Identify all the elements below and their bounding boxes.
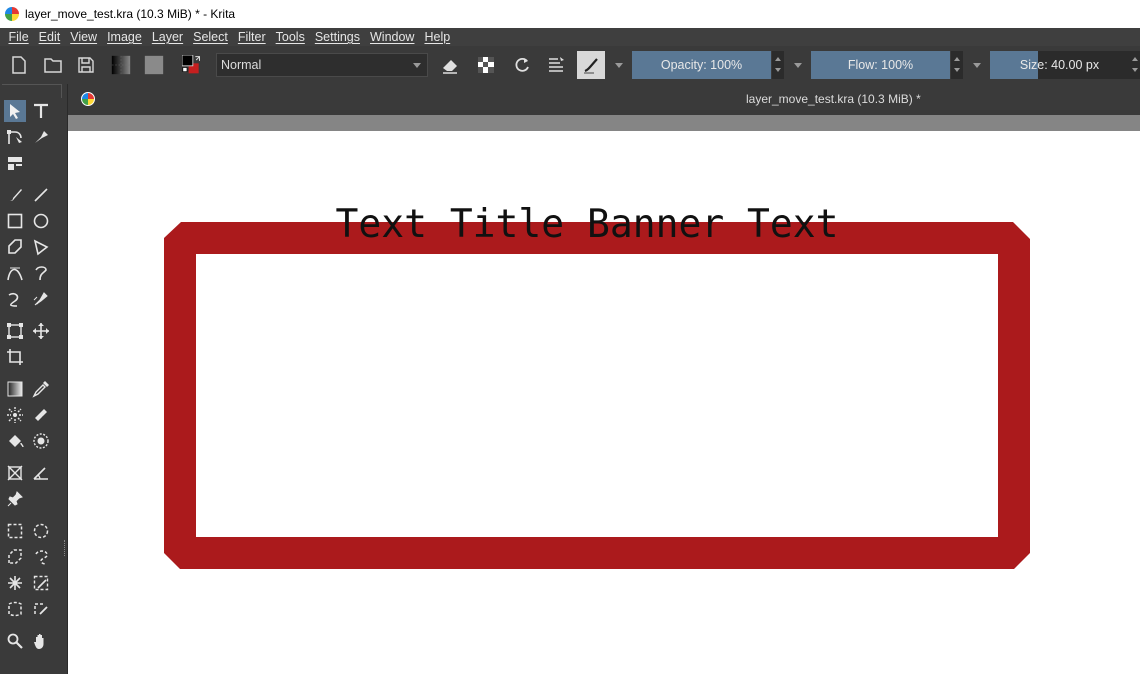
smart-patch-icon[interactable] <box>30 404 52 426</box>
size-spinner[interactable] <box>1129 51 1140 79</box>
blend-mode-value: Normal <box>221 58 262 72</box>
gradient-preset-icon[interactable] <box>109 53 133 77</box>
freehand-path-icon[interactable] <box>30 262 52 284</box>
banner-frame[interactable] <box>164 222 1030 569</box>
enclosed-fill-icon[interactable] <box>30 430 52 452</box>
multibrush-icon[interactable] <box>30 288 52 310</box>
blend-mode-select[interactable]: Normal <box>216 53 428 77</box>
polyline-icon[interactable] <box>30 236 52 258</box>
measure-icon[interactable] <box>30 462 52 484</box>
color-swatches-icon[interactable] <box>180 53 204 77</box>
ellipse-select-icon[interactable] <box>30 520 52 542</box>
magnetic-select-icon[interactable] <box>30 598 52 620</box>
pan-icon[interactable] <box>30 630 52 652</box>
rect-select-icon[interactable] <box>4 520 26 542</box>
banner-title-text[interactable]: Text Title Banner Text <box>336 202 839 247</box>
krita-logo-icon <box>81 92 95 106</box>
chevron-down-icon[interactable] <box>973 63 981 68</box>
dynamic-brush-icon[interactable] <box>4 288 26 310</box>
canvas-border <box>68 115 1140 131</box>
eraser-icon[interactable] <box>438 53 462 77</box>
pattern-icon[interactable] <box>4 152 26 174</box>
similar-select-icon[interactable] <box>30 572 52 594</box>
color-picker-icon[interactable] <box>30 378 52 400</box>
polygon-icon[interactable] <box>4 236 26 258</box>
menu-bar: File Edit View Image Layer Select Filter… <box>0 28 1140 46</box>
bezier-icon[interactable] <box>4 262 26 284</box>
polygon-select-icon[interactable] <box>4 546 26 568</box>
freehand-brush-icon[interactable] <box>4 184 26 206</box>
krita-logo-icon <box>5 7 19 21</box>
preserve-alpha-icon[interactable] <box>474 53 498 77</box>
window-titlebar: layer_move_test.kra (10.3 MiB) * - Krita <box>0 0 1140 28</box>
reference-image-icon[interactable] <box>4 488 26 510</box>
move-icon[interactable] <box>30 320 52 342</box>
bezier-select-icon[interactable] <box>4 598 26 620</box>
chevron-down-icon <box>413 63 421 68</box>
menu-image[interactable]: Image <box>103 30 147 44</box>
menu-settings[interactable]: Settings <box>310 30 364 44</box>
reload-preset-icon[interactable] <box>510 53 534 77</box>
edit-shapes-icon[interactable] <box>4 126 26 148</box>
opacity-spinner[interactable] <box>772 51 784 79</box>
line-icon[interactable] <box>30 184 52 206</box>
contiguous-select-icon[interactable] <box>4 572 26 594</box>
toolbox-panel <box>0 84 68 674</box>
save-icon[interactable] <box>74 53 98 77</box>
chevron-down-icon[interactable] <box>615 63 623 68</box>
menu-filter[interactable]: Filter <box>233 30 270 44</box>
size-label: Size: 40.00 px <box>1019 58 1100 72</box>
menu-select[interactable]: Select <box>189 30 233 44</box>
flow-spinner[interactable] <box>951 51 963 79</box>
zoom-icon[interactable] <box>4 630 26 652</box>
menu-file[interactable]: File <box>4 30 33 44</box>
toolbox-resize-grip[interactable] <box>64 540 67 556</box>
ellipse-icon[interactable] <box>30 210 52 232</box>
main-toolbar: Normal Opacity: 100% Flow: 100% Size: 40… <box>0 46 1140 84</box>
menu-help[interactable]: Help <box>420 30 455 44</box>
menu-view[interactable]: View <box>66 30 102 44</box>
menu-tools[interactable]: Tools <box>271 30 309 44</box>
text-icon[interactable] <box>30 100 52 122</box>
menu-layer[interactable]: Layer <box>147 30 187 44</box>
canvas[interactable]: Text Title Banner Text <box>68 131 1140 674</box>
menu-window[interactable]: Window <box>366 30 419 44</box>
opacity-label: Opacity: 100% <box>660 58 743 72</box>
gradient-icon[interactable] <box>4 378 26 400</box>
crop-icon[interactable] <box>4 346 26 368</box>
freehand-select-icon[interactable] <box>30 546 52 568</box>
size-slider[interactable]: Size: 40.00 px <box>990 51 1129 79</box>
toolbox-header <box>2 84 62 98</box>
flow-slider[interactable]: Flow: 100% <box>811 51 950 79</box>
fill-icon[interactable] <box>4 430 26 452</box>
opacity-slider[interactable]: Opacity: 100% <box>632 51 771 79</box>
select-shapes-icon[interactable] <box>4 100 26 122</box>
document-tab[interactable]: layer_move_test.kra (10.3 MiB) * <box>746 92 921 106</box>
brush-settings-icon[interactable] <box>544 53 568 77</box>
chevron-down-icon[interactable] <box>794 63 802 68</box>
brush-preset-icon[interactable] <box>577 51 605 79</box>
menu-edit[interactable]: Edit <box>34 30 65 44</box>
flow-label: Flow: 100% <box>847 58 914 72</box>
transform-icon[interactable] <box>4 320 26 342</box>
pattern-preset-icon[interactable] <box>142 53 166 77</box>
calligraphy-icon[interactable] <box>30 126 52 148</box>
new-document-icon[interactable] <box>7 53 31 77</box>
document-tab-bar: layer_move_test.kra (10.3 MiB) * <box>68 84 1140 115</box>
assistant-icon[interactable] <box>4 462 26 484</box>
colorize-mask-icon[interactable] <box>4 404 26 426</box>
open-document-icon[interactable] <box>41 53 65 77</box>
rectangle-icon[interactable] <box>4 210 26 232</box>
window-title: layer_move_test.kra (10.3 MiB) * - Krita <box>25 7 236 21</box>
